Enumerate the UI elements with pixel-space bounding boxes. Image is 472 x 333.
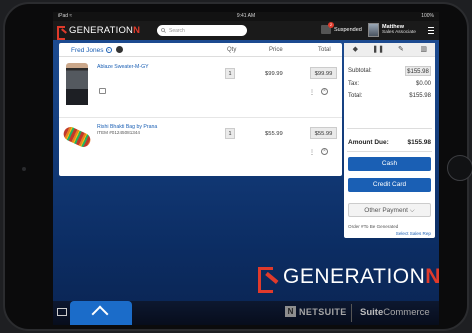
item-thumbnail	[66, 63, 88, 105]
suspended-icon: 2	[321, 22, 334, 34]
tablet-frame: iPad ≈ 9:41 AM 100% GENERATION N 2	[3, 2, 472, 331]
remove-item-icon[interactable]: ×	[321, 148, 328, 155]
clock: 9:41 AM	[236, 13, 256, 19]
chevron-down-icon: ⌵	[409, 207, 415, 214]
divider	[351, 304, 352, 322]
item-name[interactable]: Ablaze Sweater-M-GY	[97, 64, 149, 70]
front-camera	[22, 167, 26, 171]
menu-icon[interactable]	[428, 27, 434, 34]
qty-field[interactable]: 1	[225, 128, 235, 139]
item-price: $99.99	[265, 71, 283, 77]
brand-suffix: N	[133, 25, 140, 36]
item-price: $55.99	[265, 131, 283, 137]
tax-label: Tax:	[348, 81, 360, 87]
more-icon[interactable]: ⋮	[309, 149, 315, 156]
customer-link[interactable]: Fred Jones ×	[71, 47, 112, 54]
remove-item-icon[interactable]: ×	[321, 88, 328, 95]
brand-mark-icon	[57, 25, 67, 40]
app-header: GENERATION N 2 Suspended Matthew	[53, 21, 439, 40]
amount-due-row: Amount Due: $155.98	[348, 139, 431, 146]
subtotal-value: $155.98	[405, 66, 431, 76]
item-total: $99.99	[310, 67, 337, 79]
subtotal-label: Subtotal:	[348, 68, 372, 74]
message-icon[interactable]	[57, 308, 67, 316]
item-options-icon[interactable]	[99, 88, 106, 94]
total-label: Total:	[348, 93, 363, 99]
cart-header: Fred Jones × Qty Price Total	[59, 43, 342, 57]
brand-mark-icon	[258, 267, 278, 293]
credit-card-button[interactable]: Credit Card	[348, 178, 431, 192]
pause-icon[interactable]: ❚❚	[367, 43, 390, 56]
other-payment-label: Other Payment	[364, 207, 408, 214]
suitecommerce-logo: SuiteCommerce	[360, 307, 430, 318]
amount-due-value: $155.98	[407, 139, 432, 146]
battery-label: 100%	[421, 13, 434, 19]
footer-brand-logo: GENERATION N	[258, 265, 439, 293]
cash-button[interactable]: Cash	[348, 157, 431, 171]
suspended-label: Suspended	[334, 26, 362, 33]
trash-icon[interactable]: ▥	[412, 43, 435, 56]
chevron-up-icon	[91, 305, 109, 323]
user-menu[interactable]: Matthew Sales Associate	[368, 23, 416, 37]
divider	[347, 151, 432, 152]
item-total: $55.99	[310, 127, 337, 139]
footer-brand-suffix: N	[425, 265, 439, 288]
pos-screen: iPad ≈ 9:41 AM 100% GENERATION N 2	[53, 12, 439, 325]
brand-logo[interactable]: GENERATION N	[57, 24, 140, 40]
bottom-bar: N NETSUITE SuiteCommerce	[53, 301, 439, 325]
more-icon[interactable]: ⋮	[309, 89, 315, 96]
status-bar: iPad ≈ 9:41 AM 100%	[53, 12, 439, 21]
discount-icon[interactable]: ✎	[390, 43, 413, 56]
qty-column-header: Qty	[227, 47, 237, 53]
user-role: Sales Associate	[382, 30, 416, 35]
other-payment-button[interactable]: Other Payment ⌵	[348, 203, 431, 217]
item-thumbnail	[61, 124, 93, 150]
tax-value: $0.00	[415, 81, 431, 87]
suspended-count-badge: 2	[328, 22, 334, 28]
checkout-toolbar: ◆ ❚❚ ✎ ▥	[344, 43, 435, 57]
notes-icon[interactable]	[116, 46, 123, 53]
remove-customer-icon[interactable]: ×	[105, 47, 112, 54]
divider	[347, 128, 432, 129]
expand-drawer-button[interactable]	[70, 301, 132, 325]
netsuite-mark-icon: N	[285, 306, 296, 317]
suspended-orders-button[interactable]: 2 Suspended	[321, 22, 362, 34]
netsuite-logo: N NETSUITE	[285, 306, 347, 317]
price-column-header: Price	[269, 47, 283, 53]
total-column-header: Total	[318, 47, 331, 53]
total-value: $155.98	[409, 93, 431, 99]
cart-line-item[interactable]: Ablaze Sweater-M-GY 1 $99.99 $99.99 ⋮ ×	[59, 58, 342, 117]
search-box[interactable]	[157, 25, 247, 36]
netsuite-text: NETSUITE	[299, 306, 347, 317]
tag-icon[interactable]: ◆	[344, 43, 367, 56]
brand-name: GENERATION	[69, 25, 134, 36]
search-input[interactable]	[169, 27, 239, 34]
search-icon	[161, 28, 166, 33]
cart-panel: Fred Jones × Qty Price Total Ablaze Sweat…	[59, 43, 342, 176]
checkout-panel: ◆ ❚❚ ✎ ▥ Subtotal: $155.98 Tax: $0.00 To…	[344, 43, 435, 238]
customer-name: Fred Jones	[71, 47, 104, 54]
amount-due-label: Amount Due:	[348, 139, 389, 146]
qty-field[interactable]: 1	[225, 68, 235, 79]
avatar	[368, 23, 379, 37]
suitecommerce-text-b: Commerce	[383, 307, 430, 318]
home-button[interactable]	[447, 155, 472, 181]
cart-line-item[interactable]: Rishi Bhakti Bag by Prana ITEM #01245081…	[59, 117, 342, 176]
item-sku: ITEM #01245081344	[97, 130, 140, 135]
order-number-note: Order #To Be Generated	[348, 224, 399, 229]
footer-brand-name: GENERATION	[283, 265, 426, 288]
select-sales-rep-link[interactable]: Select Sales Rep	[396, 231, 431, 236]
suitecommerce-text-a: Suite	[360, 307, 384, 318]
